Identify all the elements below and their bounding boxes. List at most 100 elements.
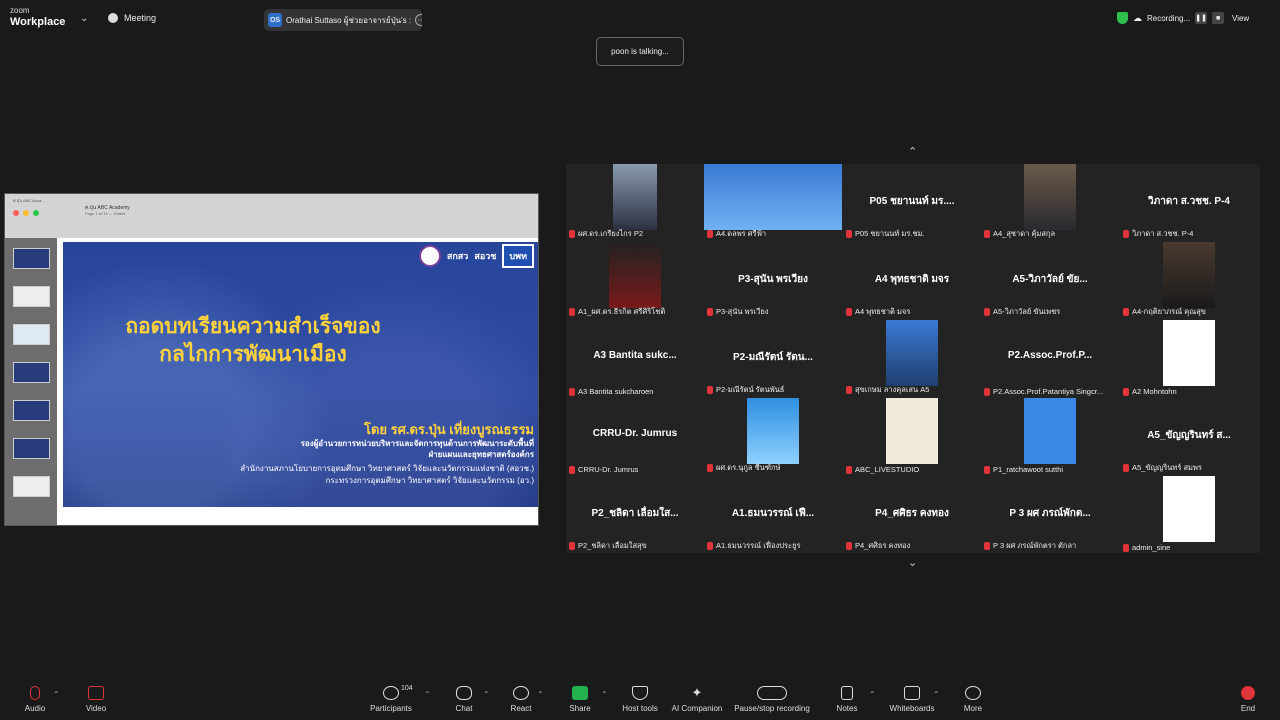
participant-name-label: admin_sine [1123, 543, 1170, 552]
stop-recording-icon[interactable]: ■ [1212, 12, 1225, 24]
participant-tile[interactable]: P2.Assoc.Prof.P... P2.Assoc.Prof.Patantiy… [981, 320, 1119, 398]
mic-muted-icon [984, 542, 990, 550]
chevron-up-icon[interactable]: ⌃ [424, 690, 431, 699]
participant-tile[interactable]: ABC_LIVESTUDIO [843, 398, 981, 476]
participant-tile[interactable]: P 3 ผศ ภรณ์พักต... P 3 ผศ ภรณ์พักตรา ตักล… [981, 476, 1119, 554]
participant-tile[interactable]: P2-มณีรัตน์ รัตน... P2-มณีรัตน์ รัตนพันธ์ [704, 320, 842, 398]
participant-tile[interactable]: P3-สุนัน พรเวียง P3-สุนัน พรเวียง [704, 242, 842, 320]
slide-title-line-1: ถอดบทเรียนความสำเร็จของ [125, 315, 381, 338]
page-thumbnail [13, 324, 50, 345]
end-button[interactable]: End [1216, 686, 1280, 713]
participant-name: ผศ.ดร.นุกูล ชื่นฑักษ์ [716, 463, 781, 472]
participant-name-label: A1.ธมนวรรณ์ เฟื่องประยูร [707, 540, 801, 552]
participant-name: P2-มณีรัตน์ รัตนพันธ์ [716, 385, 785, 394]
participant-tile[interactable]: P05 ชยานนท์ มร.... P05 ชยานนท์ มร.ชม. [843, 164, 981, 242]
ai-companion-button[interactable]: ✦ AI Companion [665, 685, 729, 714]
mic-muted-icon [707, 542, 713, 550]
participant-display-name: A4 พุทธชาติ มจร [874, 274, 950, 285]
participant-display-name: A5_ขัญญรินทร์ ส... [1147, 430, 1231, 441]
host-tools-button[interactable]: Host tools [608, 686, 672, 713]
video-button[interactable]: Video [64, 686, 128, 713]
mic-muted-icon [707, 230, 713, 238]
brand-big: Workplace [10, 16, 66, 28]
participant-display-name: P4_ศศิธร คงทอง [875, 508, 949, 519]
participant-tile[interactable]: CRRU-Dr. Jumrus CRRU-Dr. Jumrus [566, 398, 704, 476]
more-icon[interactable]: ⋯ [415, 14, 422, 26]
gallery-prev-icon[interactable]: ⌃ [908, 145, 917, 158]
audio-button[interactable]: Audio ⌃ [3, 686, 67, 713]
participant-name: P4_ศศิธร คงทอง [855, 541, 911, 550]
participant-name: ผศ.ดร.เกรียงไกร P2 [578, 229, 644, 238]
participant-name-label: วิภาดา ส.วชช. P-4 [1123, 228, 1193, 240]
heart-icon [513, 686, 529, 700]
mic-muted-icon [846, 465, 852, 474]
active-speaker-chip[interactable]: OS Orathai Suttaso ผู้ช่วยอาจารย์ปุ่น's … [264, 9, 422, 31]
participant-tile[interactable]: A3 Bantita sukc... A3 Bantita sukcharoen [566, 320, 704, 398]
participant-display-name: A3 Bantita sukc... [593, 350, 677, 361]
participant-display-name: A1.ธมนวรรณ์ เฟื... [731, 508, 815, 519]
participant-tile[interactable]: P4_ศศิธร คงทอง P4_ศศิธร คงทอง [843, 476, 981, 554]
chevron-up-icon[interactable]: ⌃ [601, 690, 608, 699]
zoom-logo[interactable]: zoom Workplace [10, 7, 65, 28]
participant-tile[interactable]: A4 พุทธชาติ มจร A4 พุทธชาติ มจร [843, 242, 981, 320]
participant-tile[interactable]: P1_ratchawoot sutthi [981, 398, 1119, 476]
notes-button[interactable]: Notes ⌃ [815, 686, 879, 713]
mic-muted-icon [707, 308, 713, 316]
chat-button[interactable]: Chat ⌃ [432, 686, 496, 713]
view-button[interactable]: View [1232, 14, 1249, 23]
shield-icon [632, 686, 648, 700]
more-button[interactable]: More [941, 686, 1005, 713]
participant-tile[interactable]: A4-กฤติยาภรณ์ คุณสุข [1120, 242, 1258, 320]
sparkle-icon: ✦ [691, 685, 703, 700]
mic-muted-icon [1123, 308, 1129, 316]
participant-video [1163, 242, 1215, 308]
chevron-up-icon[interactable]: ⌃ [869, 690, 876, 699]
participant-name-label: A4_สุชาดา คุ้มสกุล [984, 228, 1055, 240]
recording-indicator: ☁ Recording... ❚❚ ■ [1117, 12, 1225, 24]
participant-tile[interactable]: วิภาดา ส.วชช. P-4 วิภาดา ส.วชช. P-4 [1120, 164, 1258, 242]
participant-tile[interactable]: A4_สุชาดา คุ้มสกุล [981, 164, 1119, 242]
participant-tile[interactable]: ผศ.ดร.นุกูล ชื่นฑักษ์ [704, 398, 842, 476]
mic-muted-icon [984, 465, 990, 474]
chevron-down-icon[interactable]: ⌄ [80, 13, 88, 24]
participant-video [747, 398, 799, 464]
shared-screen[interactable]: ศ.ปุ่น ABC Acca... ศ.ปุ่น ABC Academy Pa… [4, 193, 539, 526]
window-subtitle: Page 1 of 16 — Edited [85, 211, 126, 216]
participant-tile[interactable]: A2 Mohntohn [1120, 320, 1258, 398]
react-button[interactable]: React ⌃ [489, 686, 553, 713]
participant-name: A1.ธมนวรรณ์ เฟื่องประยูร [716, 541, 801, 550]
page-thumbnail [13, 476, 50, 497]
meeting-menu-button[interactable]: Meeting [108, 13, 156, 23]
participant-name: P2.Assoc.Prof.Patantiya Singcr... [993, 387, 1104, 396]
participant-tile[interactable]: A5_ขัญญรินทร์ ส... A5_ขัญญรินทร์ สมพร [1120, 398, 1258, 476]
gallery-next-icon[interactable]: ⌄ [908, 556, 917, 569]
participant-tile[interactable]: A5-วิภาวัลย์ ขัย... A5-วิภาวัลย์ ขันเพชร [981, 242, 1119, 320]
participant-tile[interactable]: P2_ชลิดา เลื่อมใส... P2_ชลิดา เลื่อมใสสุข [566, 476, 704, 554]
pause-stop-recording-button[interactable]: Pause/stop recording [728, 686, 816, 713]
chevron-up-icon[interactable]: ⌃ [53, 690, 60, 699]
participant-name-label: A3 Bantita sukcharoen [569, 387, 653, 396]
logo-nxpo: สอวช [474, 251, 497, 261]
participant-tile[interactable]: สุขเกษม ลางคุลเสน A5 [843, 320, 981, 398]
participants-button[interactable]: 104 Participants ⌃ [359, 685, 431, 713]
participant-tile[interactable]: admin_sine [1120, 476, 1258, 554]
participant-name-label: ผศ.ดร.เกรียงไกร P2 [569, 228, 643, 240]
participant-tile[interactable]: A4.ดลพร ศรีฟ้า [704, 164, 842, 242]
participant-tile[interactable]: ผศ.ดร.เกรียงไกร P2 [566, 164, 704, 242]
participant-tile[interactable]: A1_ผศ.ดร.ธีรกิต ศรีศิริโชติ [566, 242, 704, 320]
mic-muted-icon [1123, 464, 1129, 472]
participant-video [886, 398, 938, 464]
whiteboards-button[interactable]: Whiteboards ⌃ [880, 686, 944, 713]
participant-display-name: CRRU-Dr. Jumrus [592, 428, 678, 439]
share-button[interactable]: Share ⌃ [548, 686, 612, 713]
pause-recording-icon[interactable]: ❚❚ [1195, 12, 1208, 24]
slide-role-2: ฝ่ายแผนและยุทธศาสตร์องค์กร [428, 450, 534, 459]
chevron-up-icon[interactable]: ⌃ [933, 690, 940, 699]
host-tools-label: Host tools [622, 704, 658, 713]
participant-tile[interactable]: A1.ธมนวรรณ์ เฟื... A1.ธมนวรรณ์ เฟื่องประย… [704, 476, 842, 554]
participant-gallery: ผศ.ดร.เกรียงไกร P2 A4.ดลพร ศรีฟ้า P05 ชยาน… [566, 164, 1260, 553]
audio-label: Audio [24, 704, 46, 713]
chevron-up-icon[interactable]: ⌃ [537, 690, 544, 699]
participant-name-label: P3-สุนัน พรเวียง [707, 306, 768, 318]
participant-display-name: A5-วิภาวัลย์ ขัย... [1012, 274, 1088, 285]
